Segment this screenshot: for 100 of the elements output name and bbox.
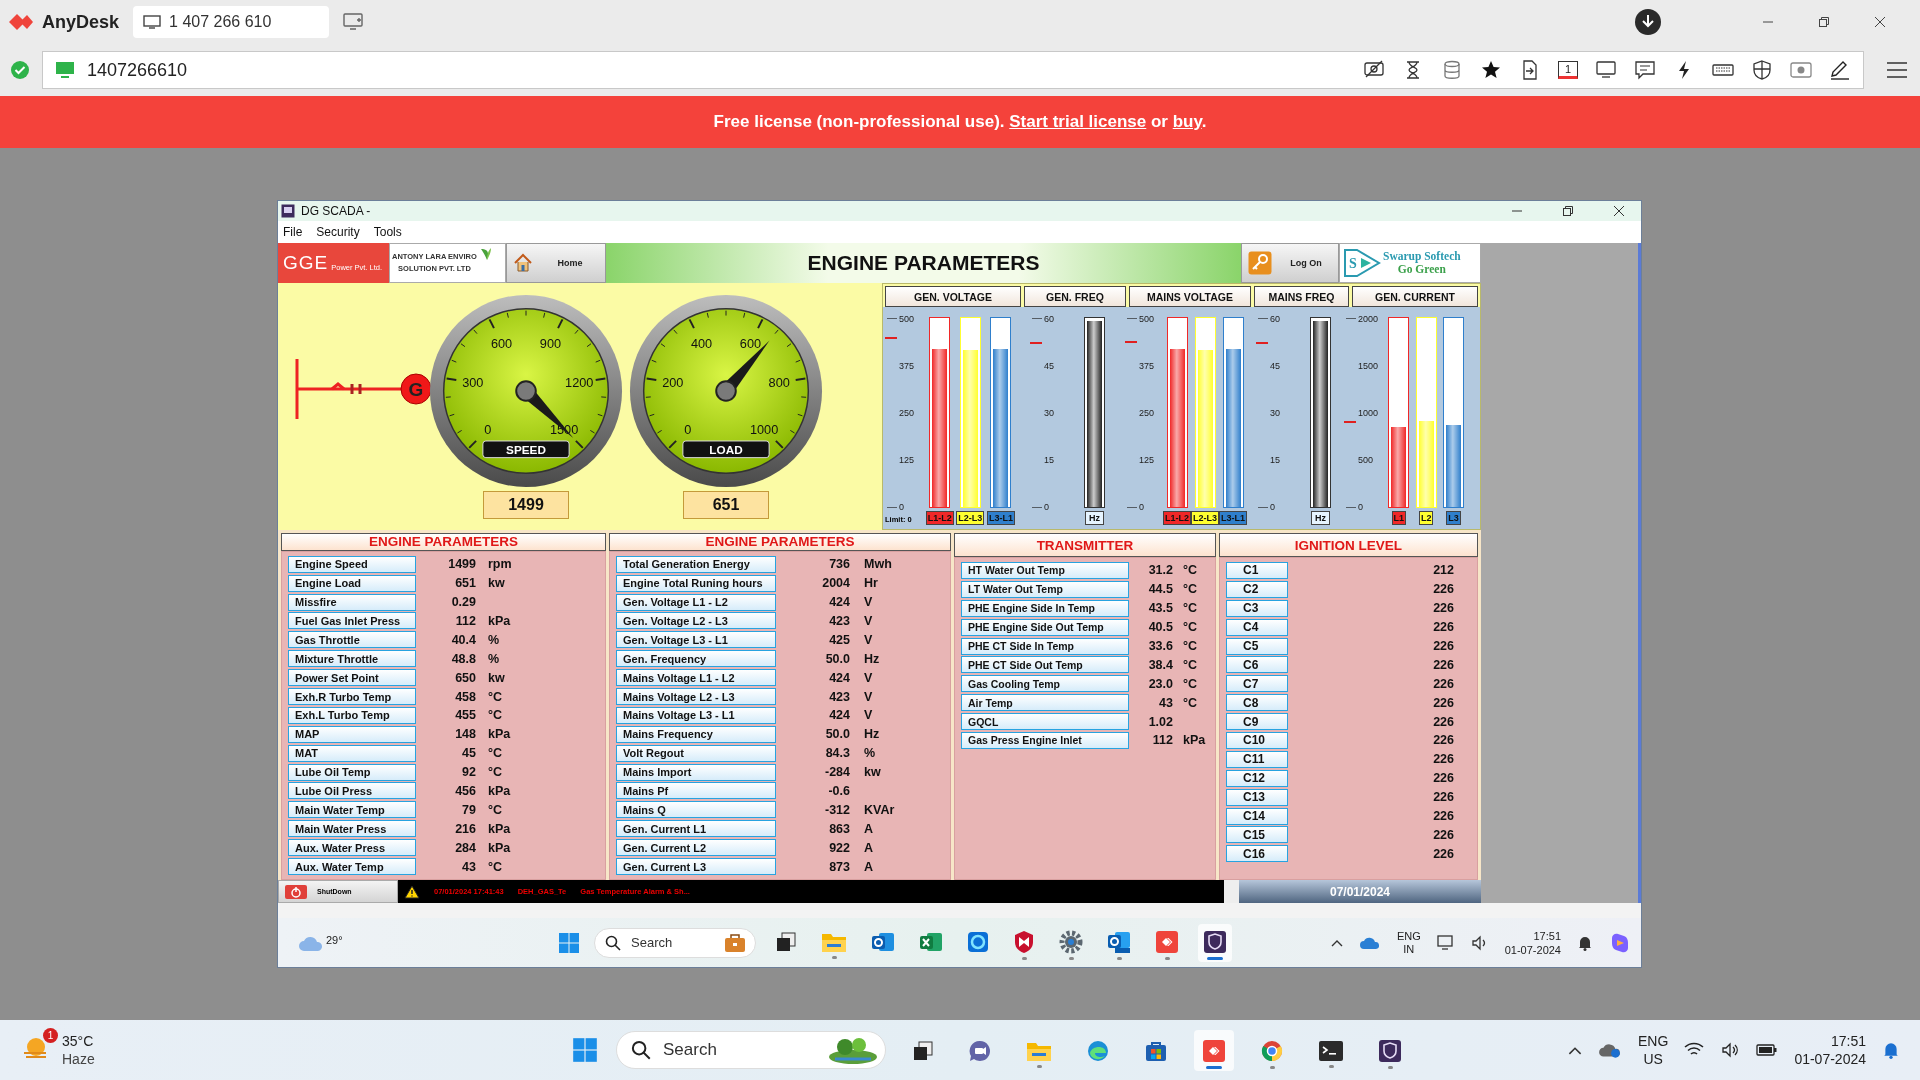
parameter-unit: kw <box>488 670 505 685</box>
parameter-value: 79 <box>461 802 476 817</box>
cylinder-label: C5 <box>1226 637 1288 655</box>
parameter-label: MAT <box>288 744 416 762</box>
parameter-unit: °C <box>1183 676 1198 691</box>
gauge-readout: 651 <box>683 491 769 519</box>
parameter-unit: °C <box>488 802 503 817</box>
remote-desktop-app-icon[interactable] <box>1202 1038 1226 1063</box>
shield-crest-app-icon[interactable] <box>1203 929 1227 954</box>
cylinder-label: C15 <box>1226 826 1288 844</box>
search-field[interactable]: Search <box>594 927 756 958</box>
monitor-icon <box>143 15 162 29</box>
parameter-label: Engine Total Runing hours <box>616 574 776 592</box>
home-button[interactable]: Home <box>506 243 606 283</box>
buy-link[interactable]: buy <box>1172 112 1202 131</box>
windows-start-icon[interactable] <box>558 931 580 954</box>
pen-icon[interactable] <box>1829 60 1851 80</box>
language-indicator[interactable]: ENG US <box>1638 1032 1669 1068</box>
parameter-label: MAP <box>288 725 416 743</box>
connected-check-icon <box>10 60 30 80</box>
star-icon[interactable] <box>1480 60 1502 80</box>
log-on-button[interactable]: Log On <box>1241 243 1339 283</box>
display-number-button[interactable]: 1 <box>1558 61 1578 79</box>
close-icon[interactable] <box>1613 206 1624 216</box>
monitor-icon[interactable] <box>1436 934 1455 951</box>
cloud-icon[interactable] <box>1598 1041 1623 1059</box>
copilot-icon[interactable] <box>1609 931 1631 954</box>
parameter-label: PHE Engine Side Out Temp <box>961 618 1129 636</box>
task-view-icon[interactable] <box>775 930 797 953</box>
clock[interactable]: 17:51 01-07-2024 <box>1504 928 1561 957</box>
parameter-label: Mains Frequency <box>616 725 776 743</box>
cylinder-label: C3 <box>1226 599 1288 617</box>
trial-license-link[interactable]: Start trial license <box>1009 112 1147 131</box>
remote-desktop-app-icon[interactable] <box>1155 929 1179 954</box>
parameter-label: Missfire <box>288 593 416 611</box>
panel-header: IGNITION LEVEL <box>1219 533 1478 557</box>
shield-app-icon[interactable] <box>1013 929 1035 954</box>
eye-slash-icon[interactable] <box>1363 60 1385 80</box>
speaker-icon[interactable] <box>1720 1042 1741 1058</box>
parameter-value: -312 <box>823 802 850 817</box>
search-field[interactable]: Search <box>616 1031 886 1069</box>
task-view-icon[interactable] <box>912 1039 934 1062</box>
ring-app-icon[interactable] <box>967 930 989 953</box>
cylinder-label: C12 <box>1226 769 1288 787</box>
parameter-unit: °C <box>1183 601 1198 616</box>
clock[interactable]: 17:51 01-07-2024 <box>1794 1032 1866 1068</box>
spreadsheet-app-icon[interactable] <box>919 930 943 953</box>
shield-crest-app-icon[interactable] <box>1378 1038 1402 1063</box>
bell-icon[interactable] <box>1577 934 1593 951</box>
shield-icon[interactable] <box>1751 60 1773 80</box>
parameter-label: Exh.L Turbo Temp <box>288 706 416 724</box>
cylinder-label: C10 <box>1226 731 1288 749</box>
address-field[interactable]: 1407266610 1 <box>42 51 1864 89</box>
windows-start-icon[interactable] <box>572 1037 598 1063</box>
parameter-label: Power Set Point <box>288 669 416 687</box>
close-icon[interactable] <box>1874 16 1886 28</box>
mail-app-icon[interactable] <box>1107 929 1131 954</box>
parameter-label: Gas Press Engine Inlet <box>961 731 1129 749</box>
menu-item[interactable]: File <box>283 225 303 239</box>
chat-app-icon[interactable] <box>968 1038 992 1063</box>
chevron-up-icon[interactable] <box>1568 1045 1583 1055</box>
parameter-unit: °C <box>1183 657 1198 672</box>
parameter-label: Gas Cooling Temp <box>961 675 1129 693</box>
battery-icon[interactable] <box>1756 1042 1779 1058</box>
chat-icon[interactable] <box>1634 60 1656 80</box>
terminal-icon[interactable] <box>1318 1039 1344 1062</box>
menu-item[interactable]: Tools <box>373 225 402 239</box>
taskbar-app-button[interactable] <box>1198 923 1232 962</box>
session-tab[interactable]: 1 407 266 610 <box>133 6 330 38</box>
cylinder-label: C16 <box>1226 845 1288 863</box>
cylinder-label: C11 <box>1226 750 1288 768</box>
brand-logo: S Swarup Softech Go Green <box>1339 243 1481 283</box>
chrome-browser-icon[interactable] <box>1260 1038 1284 1063</box>
mail-app-icon[interactable] <box>871 930 895 953</box>
gauge-tick-label: 300 <box>462 375 484 391</box>
ignition-value: 226 <box>1432 714 1454 729</box>
parameter-unit: °C <box>1183 563 1198 578</box>
monitor-icon[interactable] <box>1595 60 1617 80</box>
restore-icon[interactable] <box>1818 16 1830 28</box>
parameter-unit: % <box>488 651 500 666</box>
search-icon <box>605 934 621 951</box>
gauge-tick-label: 0 <box>684 422 692 437</box>
gauge-tick-label: 1200 <box>565 375 594 391</box>
ignition-value: 226 <box>1432 733 1454 748</box>
chevron-up-icon[interactable] <box>1330 938 1343 947</box>
menu-icon[interactable] <box>1886 61 1908 79</box>
parameter-unit: A <box>864 821 874 836</box>
parameter-unit: KVAr <box>864 802 895 817</box>
gear-icon[interactable] <box>1059 929 1083 954</box>
database-icon[interactable] <box>1441 60 1463 80</box>
ignition-value: 226 <box>1432 827 1454 842</box>
download-icon[interactable] <box>1634 8 1662 36</box>
gauge-tick-label: 1000 <box>749 422 779 437</box>
record-icon[interactable] <box>1790 60 1812 80</box>
new-session-icon[interactable] <box>343 13 366 31</box>
page-title: ENGINE PARAMETERS <box>606 243 1241 283</box>
browser-app-icon[interactable] <box>1086 1038 1110 1063</box>
language-indicator[interactable]: ENG IN <box>1396 929 1421 956</box>
restore-icon[interactable] <box>1562 206 1573 216</box>
menu-item[interactable]: Security <box>316 225 360 239</box>
